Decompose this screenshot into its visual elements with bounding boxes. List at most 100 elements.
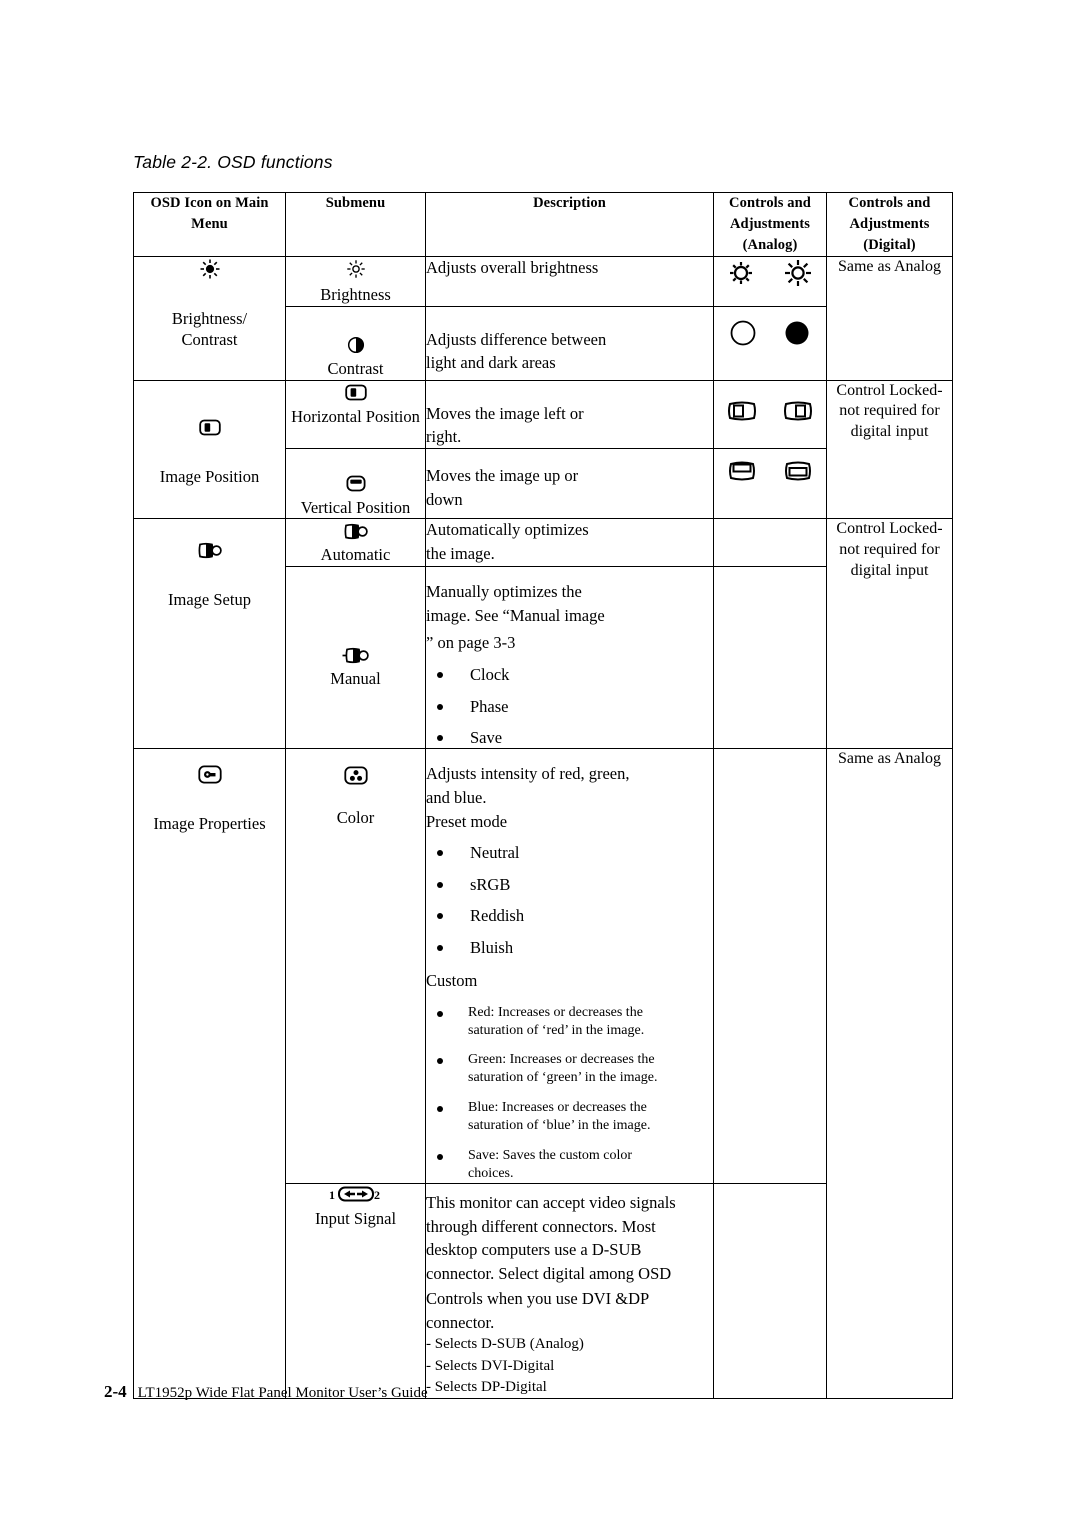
description-line: Controls when you use DVI &DP [426, 1288, 650, 1308]
select-option: - Selects DVI-Digital [426, 1357, 555, 1374]
submenu-cell-contrast: Contrast [285, 305, 426, 381]
list-item-line: saturation of ‘green’ in the image. [468, 1070, 658, 1086]
vertical-position-icon [345, 475, 366, 492]
digital-line: digital input [850, 561, 929, 579]
submenu-label: Input Signal [314, 1209, 397, 1229]
description-cell-vertical-position: Moves the image up or down [425, 448, 714, 519]
submenu-label: Vertical Position [300, 497, 411, 517]
submenu-label: Color [336, 808, 375, 828]
analog-controls-automatic [713, 517, 827, 567]
description-line: right. [426, 427, 462, 447]
analog-controls-input-signal [713, 1182, 827, 1399]
description-line: down [426, 489, 463, 509]
header-line: Menu [191, 216, 228, 233]
document-page: Table 2-2. OSD functions OSD Icon on Mai… [0, 0, 1080, 1528]
description-line: connector. [426, 1312, 495, 1332]
submenu-cell-automatic: Automatic [285, 517, 426, 567]
description-cell-automatic: Automatically optimizes the image. [425, 517, 714, 567]
manual-bullet-list: Clock Phase Save [426, 664, 713, 748]
submenu-label: Manual [330, 669, 381, 689]
analog-controls-manual [713, 565, 827, 750]
list-item: Blue: Increases or decreases the saturat… [426, 1099, 713, 1135]
list-item: Save [426, 727, 713, 748]
main-menu-cell-image-setup: Image Setup [133, 517, 286, 750]
header-description: Description [425, 191, 714, 258]
circle-filled-icon [783, 319, 811, 347]
list-item: Green: Increases or decreases the satura… [426, 1051, 713, 1087]
description-cell-brightness: Adjusts overall brightness [425, 256, 714, 307]
header-line: (Analog) [742, 237, 798, 254]
description-line: through different connectors. Most [426, 1216, 656, 1236]
list-item: Save: Saves the custom color choices. [426, 1147, 713, 1183]
submenu-cell-brightness: Brightness [285, 256, 426, 307]
submenu-cell-color: Color [285, 748, 426, 1184]
description-line: Adjusts intensity of red, green, [426, 764, 630, 784]
custom-color-list: Red: Increases or decreases the saturati… [426, 1004, 713, 1183]
preset-mode-heading: Preset mode [426, 812, 508, 831]
list-item: Clock [426, 664, 713, 685]
submenu-label: Contrast [327, 359, 384, 379]
header-osd-icon: OSD Icon on Main Menu [133, 191, 286, 258]
description-cell-input-signal: This monitor can accept video signals th… [425, 1182, 714, 1399]
header-controls-analog: Controls and Adjustments (Analog) [713, 191, 827, 258]
custom-heading: Custom [426, 971, 478, 991]
image-properties-icon [197, 765, 222, 784]
sun-icon [345, 258, 367, 280]
list-item: Red: Increases or decreases the saturati… [426, 1004, 713, 1040]
submenu-label: Brightness [320, 285, 391, 305]
analog-controls-horizontal-position [713, 379, 827, 450]
description-line: ” on page 3-3 [426, 633, 516, 653]
description-line: Automatically optimizes [426, 519, 589, 539]
footer-page-number: 2-4 [104, 1382, 127, 1401]
description-line: Adjusts overall brightness [426, 258, 599, 278]
submenu-cell-input-signal: 1 2 Input Signal [285, 1182, 426, 1399]
header-line: Controls and [729, 195, 811, 211]
header-line: Adjustments [849, 216, 930, 233]
list-item-line: Blue: Increases or decreases the [468, 1100, 647, 1116]
description-line: This monitor can accept video signals [426, 1192, 676, 1212]
sun-large-icon [782, 257, 814, 289]
digital-controls-image-setup: Control Locked- not required for digital… [826, 517, 953, 750]
footer-title: LT1952p Wide Flat Panel Monitor User’s G… [137, 1385, 428, 1401]
svg-text:1: 1 [329, 1188, 335, 1202]
description-line: desktop computers use a D-SUB [426, 1240, 642, 1260]
description-cell-manual: Manually optimizes the image. See “Manua… [425, 565, 714, 750]
digital-line: digital input [850, 423, 929, 441]
submenu-label: Horizontal Position [291, 407, 420, 427]
horizontal-position-icon [344, 384, 367, 401]
digital-line: not required for [839, 402, 940, 420]
input-signal-icon: 1 2 [327, 1184, 385, 1204]
list-item: sRGB [426, 874, 713, 895]
digital-controls-brightness-contrast: Same as Analog [826, 256, 953, 381]
main-menu-cell-image-properties: Image Properties [133, 748, 286, 1399]
digital-controls-image-position: Control Locked- not required for digital… [826, 379, 953, 519]
sun-small-icon [726, 258, 756, 288]
image-setup-icon [198, 542, 222, 559]
table-row: Brightness/ Contrast Brightness Adjusts … [133, 256, 953, 381]
list-item-line: Save: Saves the custom color [468, 1148, 633, 1164]
circle-outline-icon [729, 319, 757, 347]
table-header-row: OSD Icon on Main Menu Submenu Descriptio… [133, 191, 953, 258]
main-menu-label: Image Setup [168, 589, 251, 609]
analog-controls-color [713, 748, 827, 1184]
description-line: Moves the image up or [426, 466, 579, 486]
description-cell-horizontal-position: Moves the image left or right. [425, 379, 714, 450]
select-option: - Selects D-SUB (Analog) [426, 1336, 584, 1353]
h-position-right-icon [783, 399, 813, 423]
manual-setup-icon [342, 647, 369, 664]
header-line: OSD Icon on Main [150, 195, 269, 211]
description-line: light and dark areas [426, 353, 556, 373]
description-cell-contrast: Adjusts difference between light and dar… [425, 305, 714, 381]
header-submenu: Submenu [285, 191, 426, 258]
main-menu-cell-image-position: Image Position [133, 379, 286, 519]
select-option: - Selects DP-Digital [426, 1379, 547, 1396]
page-footer: 2-4 LT1952p Wide Flat Panel Monitor User’… [104, 1382, 428, 1402]
description-line: Adjusts difference between [426, 329, 607, 349]
analog-controls-brightness [713, 256, 827, 307]
preset-mode-list: Neutral sRGB Reddish Bluish [426, 842, 713, 958]
main-menu-label: Image Position [159, 467, 260, 487]
description-line: image. See “Manual image [426, 605, 605, 625]
color-rgb-icon [343, 766, 368, 785]
main-menu-label-line: Contrast [181, 329, 238, 349]
submenu-cell-vertical-position: Vertical Position [285, 448, 426, 519]
